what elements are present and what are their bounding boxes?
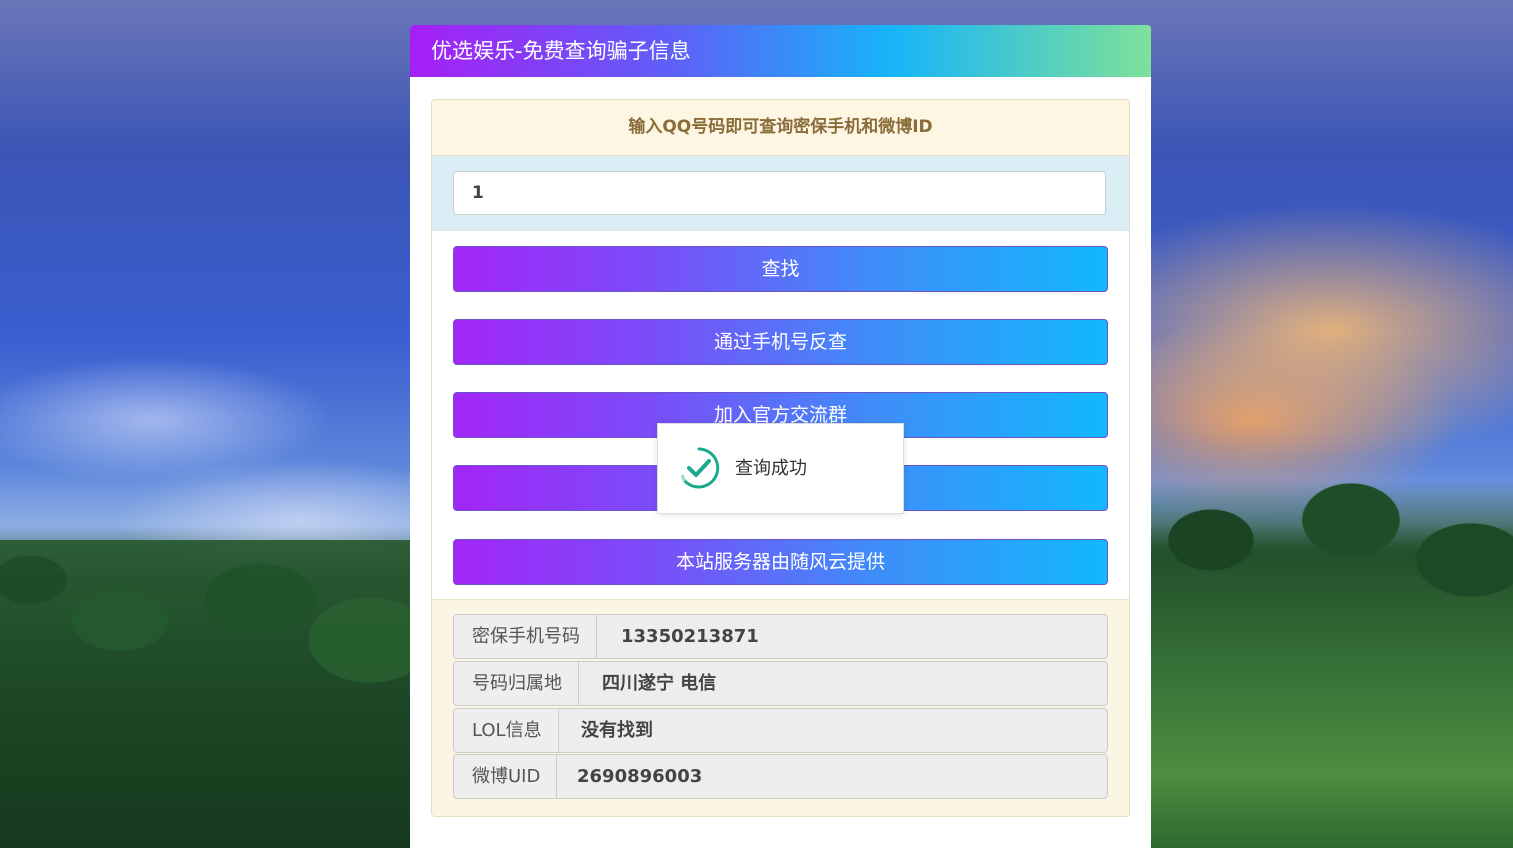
check-circle-icon <box>681 447 720 489</box>
search-button[interactable]: 查找 <box>453 246 1108 292</box>
result-label: 微博UID <box>454 755 558 798</box>
qq-number-input[interactable]: 1 <box>453 171 1106 215</box>
result-label: 号码归属地 <box>454 662 579 705</box>
button-area: 查找 通过手机号反查 加入官方交流群 本站服务器由随风云提供 <box>432 231 1129 600</box>
success-toast: 查询成功 <box>657 423 904 514</box>
input-area: 1 <box>432 156 1129 231</box>
result-value: 没有找到 <box>581 720 653 741</box>
result-label: 密保手机号码 <box>454 615 597 658</box>
result-area: 密保手机号码 13350213871 号码归属地 四川遂宁 电信 LOL信息 没… <box>432 600 1129 816</box>
query-heading: 输入QQ号码即可查询密保手机和微博ID <box>432 100 1129 156</box>
result-value: 2690896003 <box>577 766 703 787</box>
background-trees-right <box>1151 480 1513 848</box>
toast-message: 查询成功 <box>735 458 807 479</box>
server-provider-button[interactable]: 本站服务器由随风云提供 <box>453 539 1108 585</box>
result-value: 13350213871 <box>621 626 759 647</box>
result-row-location: 号码归属地 四川遂宁 电信 <box>453 661 1108 706</box>
reverse-lookup-by-phone-button[interactable]: 通过手机号反查 <box>453 319 1108 365</box>
result-row-phone: 密保手机号码 13350213871 <box>453 614 1108 659</box>
result-row-lol: LOL信息 没有找到 <box>453 708 1108 753</box>
result-row-weibo: 微博UID 2690896003 <box>453 754 1108 799</box>
result-label: LOL信息 <box>454 709 559 752</box>
result-value: 四川遂宁 电信 <box>602 673 717 694</box>
background-trees-left <box>0 540 410 848</box>
page-title: 优选娱乐-免费查询骗子信息 <box>410 25 1151 77</box>
